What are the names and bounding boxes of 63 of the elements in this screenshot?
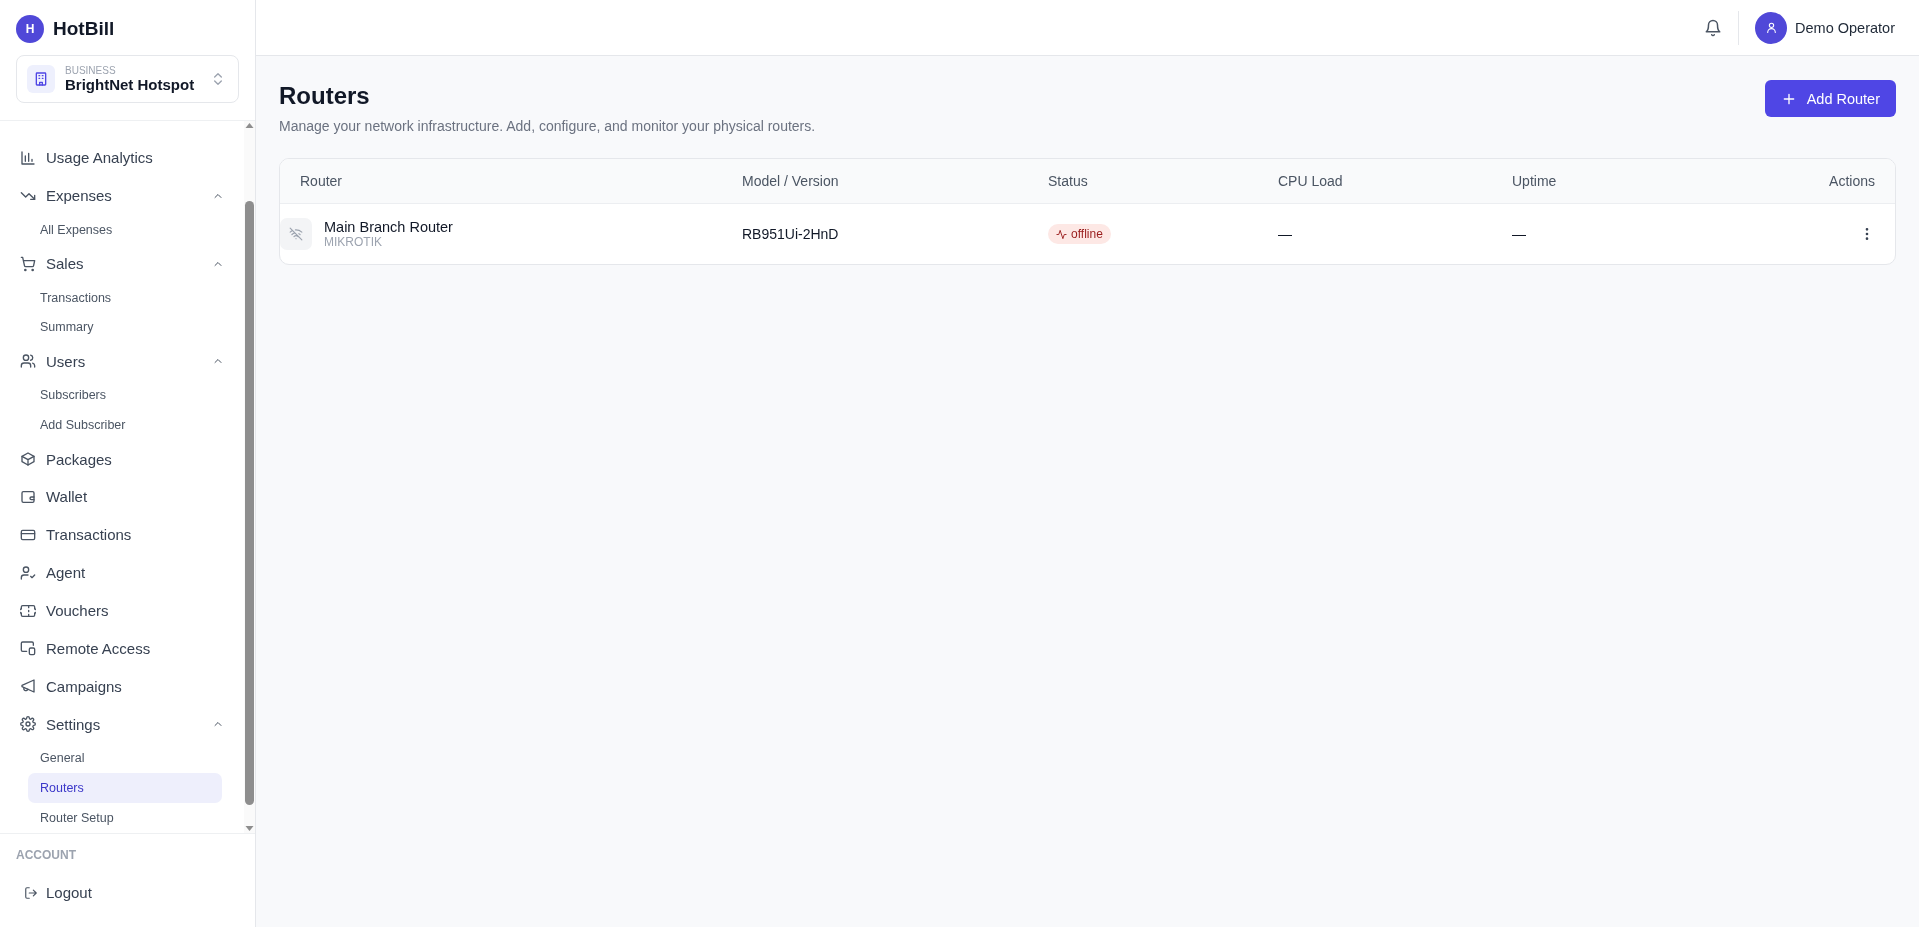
megaphone-icon [20, 678, 36, 695]
nav-item[interactable]: Vouchers [0, 591, 244, 630]
section-heading: ACCOUNT [16, 848, 77, 862]
business-name: BrightNet Hotspot [65, 75, 196, 94]
nav-item[interactable]: Expenses [0, 176, 244, 215]
nav-item[interactable]: Usage Analytics [0, 139, 244, 177]
router-name[interactable]: Main Branch Router [324, 219, 453, 235]
nav-item[interactable]: Settings [0, 705, 244, 744]
nav-subitem[interactable]: General [28, 743, 222, 774]
nav-subitem[interactable]: Subscribers [28, 380, 222, 411]
nav-item[interactable]: Campaigns [0, 667, 244, 706]
cart-icon [20, 255, 36, 272]
nav-subitem[interactable]: Router Setup [28, 803, 222, 833]
users-icon [20, 353, 36, 370]
user-check-icon [20, 564, 36, 581]
scroll-thumb[interactable] [245, 201, 254, 805]
building-icon [33, 71, 49, 87]
logout-icon [24, 885, 38, 900]
scroll-down-icon[interactable] [244, 823, 255, 833]
nav-item[interactable]: Wallet [0, 478, 244, 516]
nav-subitem[interactable]: Add Subscriber [28, 410, 222, 441]
status-badge: offline [1048, 224, 1111, 244]
column-header: CPU Load [1278, 159, 1512, 204]
logo-badge: H [16, 15, 44, 43]
user-name[interactable]: Demo Operator [1795, 19, 1895, 36]
bell-icon [1704, 18, 1723, 37]
page-subtitle: Manage your network infrastructure. Add, configure, and monitor your physical routers. [279, 118, 816, 134]
column-header: Model / Version [742, 159, 1048, 204]
bar-chart-icon [20, 149, 36, 166]
settings-icon [20, 716, 36, 733]
table-cell-text: RB951Ui-2HnD [742, 225, 840, 244]
scroll-up-icon[interactable] [244, 121, 255, 131]
table-cell-text: — [1512, 225, 1527, 244]
package-icon [20, 451, 36, 468]
add-router-button[interactable]: Add Router [1764, 80, 1896, 117]
nav-subitem[interactable]: All Expenses [28, 214, 222, 245]
nav-item[interactable]: Transactions [0, 515, 244, 554]
nav-subitem[interactable]: Routers [28, 773, 222, 804]
avatar[interactable] [1755, 11, 1788, 44]
brand-name: HotBill [53, 18, 115, 40]
business-label: BUSINESS [65, 64, 117, 76]
column-header: Status [1048, 159, 1278, 204]
table-cell-text: — [1278, 225, 1293, 244]
column-header: Uptime [1512, 159, 1775, 204]
nav-item[interactable]: Packages [0, 440, 244, 478]
column-header: Actions [1775, 159, 1895, 204]
activity-icon [1056, 228, 1067, 240]
nav-subitem[interactable]: Summary [28, 312, 222, 343]
logout-link[interactable]: Logout [16, 876, 239, 909]
nav-item[interactable]: Sales [0, 244, 244, 283]
ticket-icon [20, 602, 36, 619]
nav-subitem[interactable]: Transactions [28, 282, 222, 313]
column-header: Router [280, 159, 742, 204]
business-switcher[interactable]: BUSINESS BrightNet Hotspot [16, 55, 239, 103]
wallet-icon [20, 488, 36, 505]
user-icon [1764, 21, 1778, 34]
monitor-icon [20, 640, 36, 657]
wifi-off-icon [289, 227, 303, 241]
nav-item[interactable]: Agent [0, 553, 244, 592]
page-title: Routers [279, 82, 371, 110]
router-vendor: MIKROTIK [324, 235, 383, 249]
nav-item[interactable]: Users [0, 342, 244, 381]
nav-item[interactable]: Remote Access [0, 629, 244, 668]
